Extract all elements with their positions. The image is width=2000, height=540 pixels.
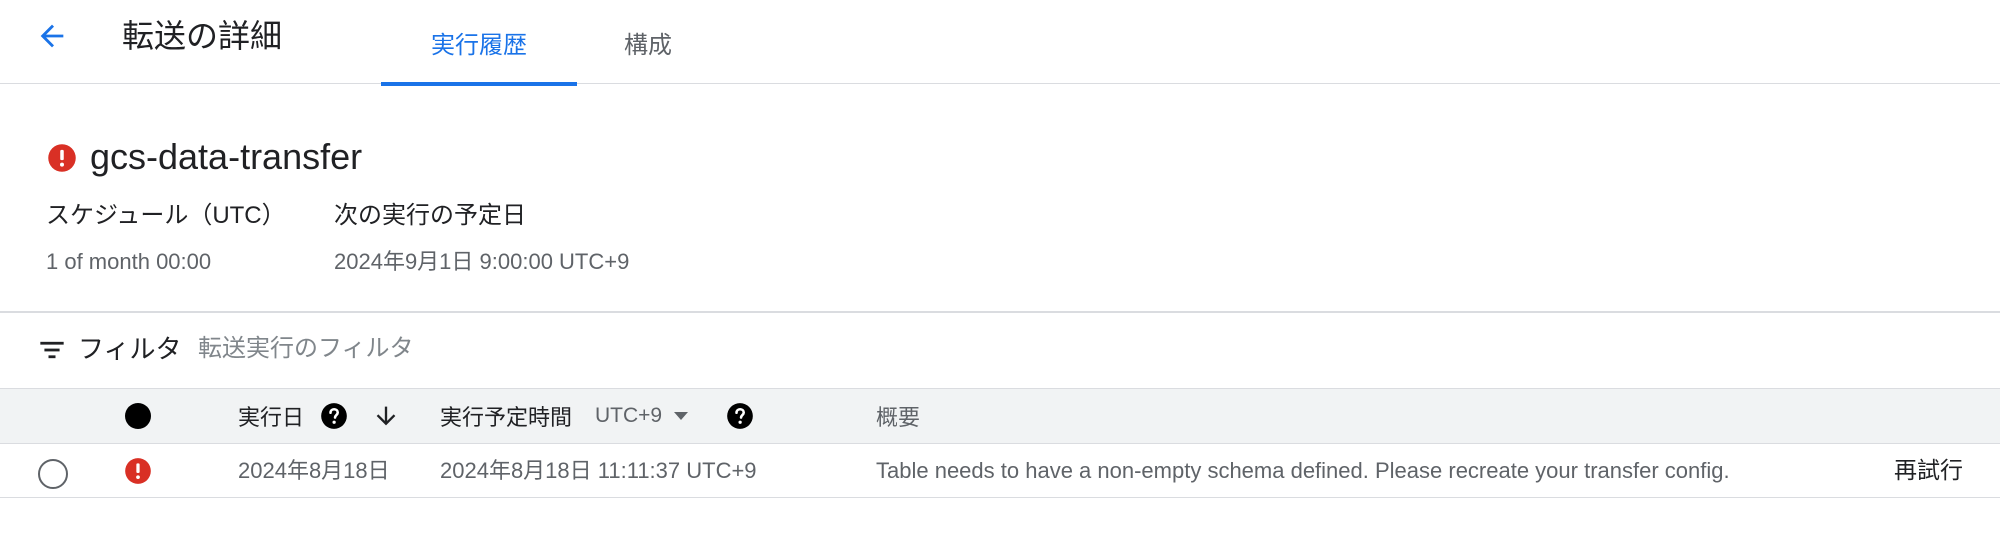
schedule-label: スケジュール（UTC） xyxy=(46,202,286,229)
tab-configuration[interactable]: 構成 xyxy=(598,0,698,84)
next-run-label: 次の実行の予定日 xyxy=(334,202,526,229)
tab-run-history[interactable]: 実行履歴 xyxy=(381,0,577,86)
filter-input[interactable] xyxy=(198,330,798,368)
back-button[interactable] xyxy=(32,16,72,56)
summary-cell: Table needs to have a non-empty schema d… xyxy=(876,458,1730,483)
page-title: 転送の詳細 xyxy=(122,18,283,54)
help-icon[interactable] xyxy=(320,402,348,430)
timezone-value: UTC+9 xyxy=(595,404,663,427)
run-date-cell: 2024年8月18日 xyxy=(238,458,390,483)
page-header: 転送の詳細 実行履歴 構成 xyxy=(0,0,2000,86)
transfer-name: gcs-data-transfer xyxy=(90,136,363,177)
column-summary: 概要 xyxy=(876,405,921,430)
dropdown-triangle-icon xyxy=(674,412,689,420)
status-dot-icon xyxy=(125,403,151,429)
column-run-date[interactable]: 実行日 xyxy=(238,388,304,444)
schedule-value: 1 of month 00:00 xyxy=(46,249,212,274)
help-icon[interactable] xyxy=(726,402,754,430)
arrow-downward-icon[interactable] xyxy=(372,402,400,430)
error-icon xyxy=(48,144,76,172)
scheduled-time-cell: 2024年8月18日 11:11:37 UTC+9 xyxy=(440,458,757,483)
next-run-value: 2024年9月1日 9:00:00 UTC+9 xyxy=(334,249,630,274)
error-icon xyxy=(125,458,151,484)
retry-button[interactable]: 再試行 xyxy=(1894,454,1963,486)
filter-list-icon xyxy=(40,341,64,359)
arrow-back-icon xyxy=(40,24,64,48)
filter-label[interactable]: フィルタ xyxy=(78,332,181,366)
timezone-select[interactable]: UTC+9 xyxy=(595,402,689,430)
section-divider xyxy=(0,311,2000,313)
radio-unchecked-icon[interactable] xyxy=(38,459,68,489)
column-scheduled-time[interactable]: 実行予定時間 xyxy=(440,388,572,444)
